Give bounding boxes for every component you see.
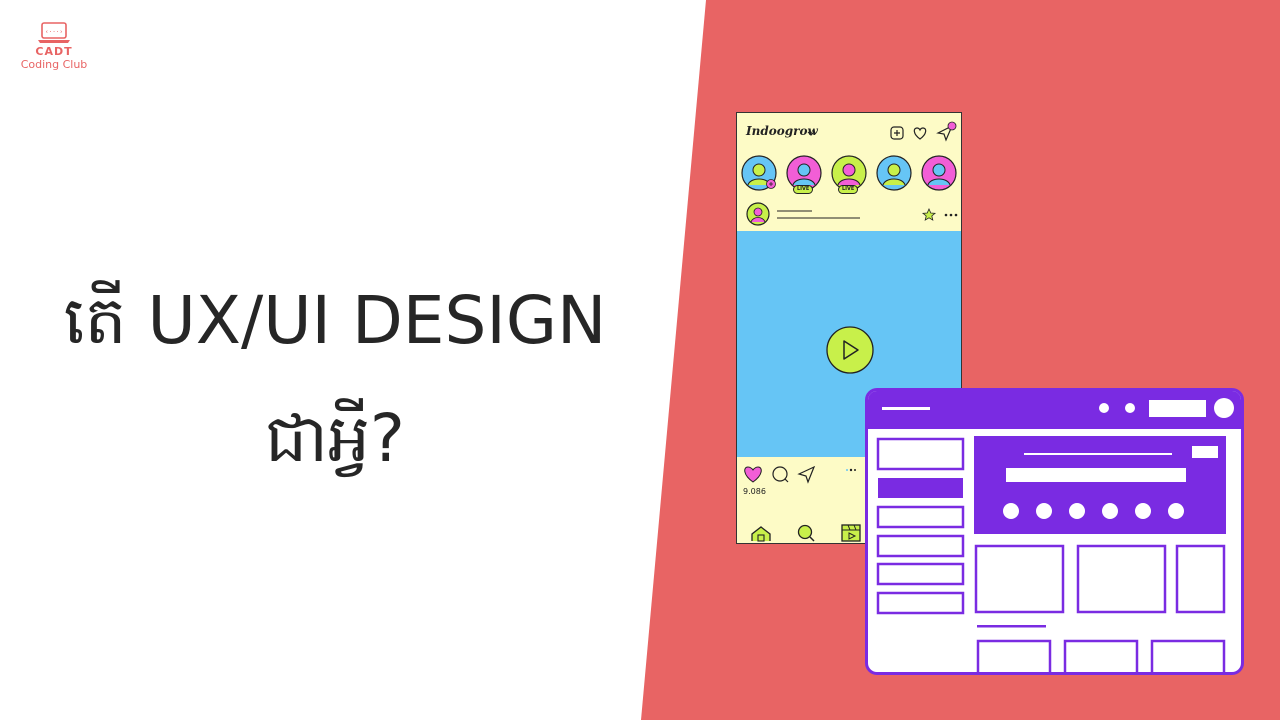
more-icon (944, 213, 958, 217)
post-author-avatar (746, 202, 770, 226)
send-icon (936, 121, 957, 142)
story-avatar (876, 155, 912, 191)
home-icon (751, 526, 771, 542)
search-icon (797, 524, 815, 542)
like-icon (744, 466, 762, 483)
logo-title: CADT (35, 45, 73, 58)
reels-icon (841, 524, 861, 542)
laptop-code-icon: ‹···› (37, 22, 71, 44)
page-headline: តើ UX/UI DESIGN ជាអ្វី? (20, 262, 650, 498)
heart-icon (913, 127, 927, 140)
add-post-icon (890, 126, 904, 140)
svg-text:‹···›: ‹···› (45, 29, 63, 36)
live-badge: LIVE (838, 185, 859, 194)
carousel-dots (846, 468, 856, 472)
headline-line-2: ជាអ្វី? (265, 400, 405, 477)
live-badge: LIVE (793, 185, 814, 194)
wireframe-graphics (868, 391, 1241, 672)
story-avatar (741, 155, 777, 191)
share-icon (797, 465, 816, 484)
story-avatar (921, 155, 957, 191)
star-icon (921, 208, 937, 221)
play-icon (826, 326, 874, 374)
browser-wireframe (865, 388, 1244, 675)
comment-icon (772, 466, 789, 483)
logo-subtitle: Coding Club (20, 58, 88, 71)
like-count: 9.086 (743, 487, 766, 496)
headline-line-1: តើ UX/UI DESIGN (63, 282, 607, 359)
cadt-logo: ‹···› CADT Coding Club (14, 22, 94, 71)
